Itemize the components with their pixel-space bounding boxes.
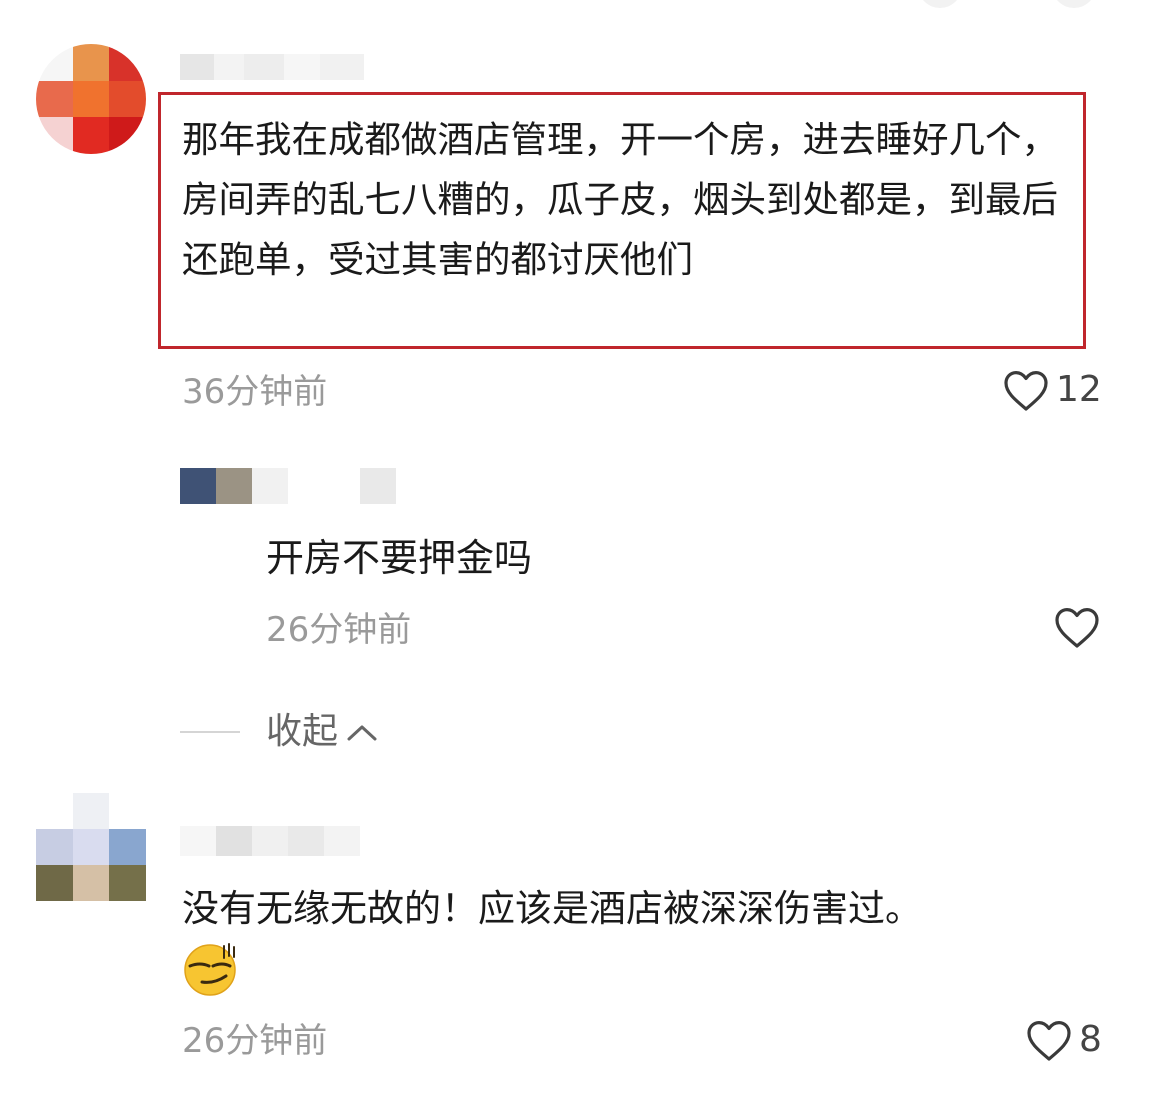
username[interactable] [180, 826, 360, 856]
username[interactable] [180, 54, 364, 80]
smirk-emoji-icon [184, 943, 236, 996]
top-action-button[interactable] [1052, 0, 1096, 8]
heart-icon [1027, 1021, 1071, 1061]
top-action-button[interactable] [918, 0, 962, 8]
reply-text: 开房不要押金吗 [266, 536, 533, 580]
reply-time: 26分钟前 [266, 610, 412, 650]
heart-icon [1004, 371, 1048, 411]
avatar[interactable] [36, 44, 146, 154]
comment-time: 36分钟前 [182, 372, 328, 412]
avatar[interactable] [36, 793, 146, 901]
comment-text: 没有无缘无故的！应该是酒店被深深伤害过。 [182, 887, 922, 930]
comment-text: 那年我在成都做酒店管理，开一个房，进去睡好几个，房间弄的乱七八糟的，瓜子皮，烟头… [182, 118, 1058, 281]
like-button[interactable] [1053, 605, 1101, 649]
heart-icon [1055, 608, 1099, 648]
like-button[interactable]: 8 [1025, 1018, 1102, 1062]
collapse-label: 收起 [266, 711, 339, 752]
username[interactable] [180, 468, 396, 504]
like-button[interactable]: 12 [1002, 368, 1102, 412]
collapse-replies-button[interactable]: 收起 [180, 710, 378, 754]
like-count: 8 [1079, 1019, 1102, 1060]
comment-thread: 那年我在成都做酒店管理，开一个房，进去睡好几个，房间弄的乱七八糟的，瓜子皮，烟头… [0, 0, 1152, 1101]
divider [180, 731, 240, 733]
chevron-up-icon [347, 725, 377, 741]
comment-time: 26分钟前 [182, 1021, 328, 1061]
like-count: 12 [1056, 369, 1102, 410]
